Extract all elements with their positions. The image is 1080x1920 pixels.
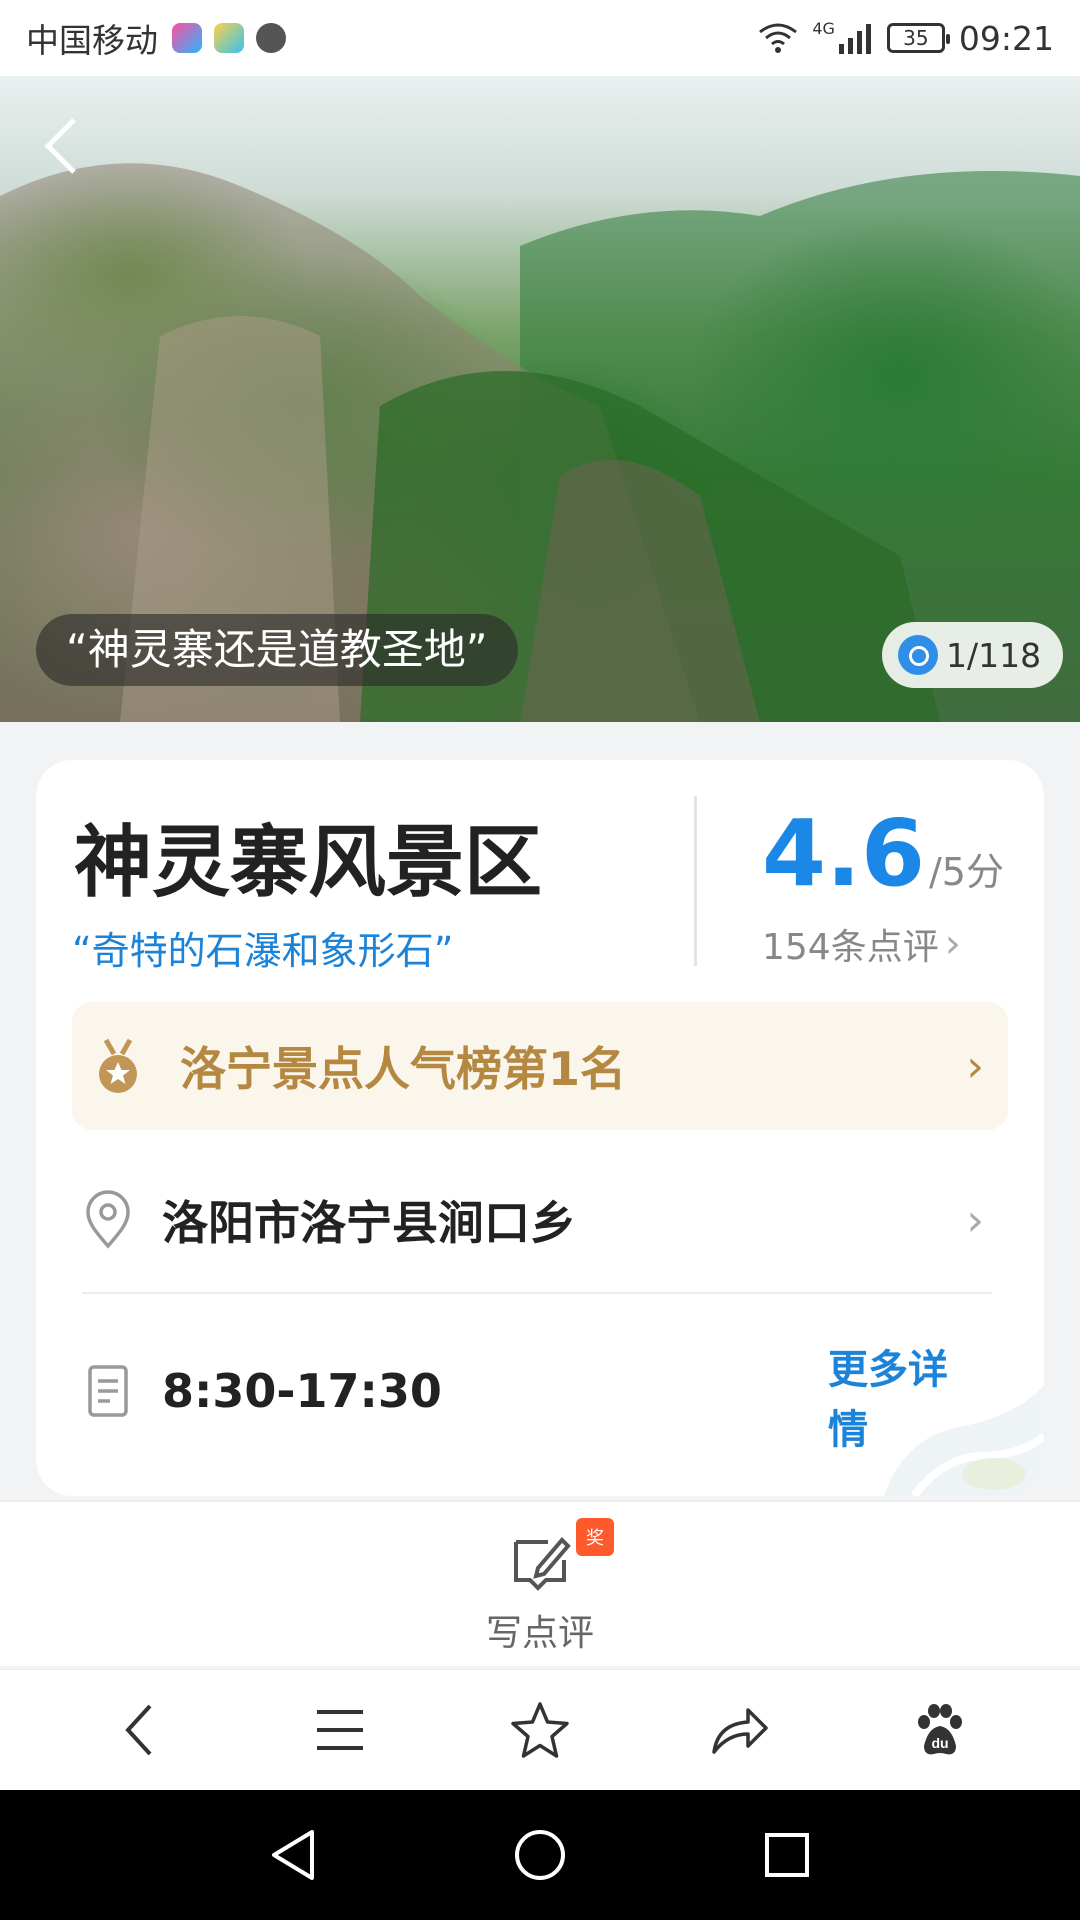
nav-back-icon[interactable]	[253, 1815, 333, 1895]
more-details-link[interactable]: 更多详情	[828, 1340, 978, 1460]
back-icon[interactable]	[40, 116, 90, 186]
youku-icon	[172, 23, 202, 53]
chevron-right-icon: ›	[966, 1040, 984, 1092]
medal-icon	[99, 1038, 137, 1093]
share-icon[interactable]	[695, 1685, 785, 1775]
hero-caption: “神灵寨还是道教圣地”	[36, 614, 518, 686]
paper-plane-icon	[214, 23, 244, 53]
popularity-rank-banner[interactable]: 洛宁景点人气榜第1名 ›	[72, 1002, 1008, 1130]
document-icon	[88, 1365, 128, 1417]
battery-indicator: 35	[886, 23, 950, 53]
rank-text: 洛宁景点人气榜第1名	[180, 1042, 627, 1096]
attraction-info-card: 神灵寨风景区 “奇特的石瀑和象形石” 4.6 /5分 154条点评 › 洛宁景点…	[36, 760, 1044, 1496]
divider	[694, 796, 697, 966]
menu-icon[interactable]	[295, 1685, 385, 1775]
back-icon[interactable]	[95, 1685, 185, 1775]
signal-icon	[838, 24, 871, 54]
clock: 09:21	[958, 18, 1054, 58]
browser-toolbar: du	[0, 1668, 1080, 1790]
review-count-link[interactable]: 154条点评 ›	[762, 918, 961, 970]
reward-badge: 奖	[576, 1518, 614, 1556]
baidu-paw-icon[interactable]: du	[895, 1685, 985, 1775]
write-review-icon[interactable]	[508, 1530, 572, 1594]
photo-counter[interactable]: 1/118	[882, 622, 1064, 688]
location-pin-icon	[86, 1190, 130, 1249]
carrier-name: 中国移动	[26, 21, 158, 60]
divider	[82, 1292, 992, 1294]
wifi-icon	[759, 23, 798, 53]
network-type: 4G	[812, 18, 835, 38]
nav-recents-icon[interactable]	[747, 1815, 827, 1895]
write-review-bar: 奖 写点评	[0, 1500, 1080, 1666]
status-notification-icons	[172, 23, 286, 53]
rating: 4.6 /5分	[762, 800, 1004, 907]
rating-score: 4.6	[762, 800, 925, 907]
address-row[interactable]: 洛阳市洛宁县涧口乡 ›	[72, 1160, 1008, 1280]
chat-bubble-icon	[256, 23, 286, 53]
review-count: 154条点评	[762, 927, 939, 968]
write-review-label[interactable]: 写点评	[0, 1604, 1080, 1656]
system-navigation-bar	[0, 1790, 1080, 1920]
opening-hours: 8:30-17:30	[162, 1364, 442, 1418]
hero-image[interactable]: “神灵寨还是道教圣地” 1/118	[0, 76, 1080, 722]
chevron-right-icon: ›	[944, 921, 961, 967]
attraction-tagline: “奇特的石瀑和象形石”	[72, 929, 454, 973]
nav-home-icon[interactable]	[500, 1815, 580, 1895]
status-bar: 中国移动 4G 35 09:21	[0, 0, 1080, 76]
camera-icon	[898, 635, 938, 675]
rating-unit: /5分	[928, 850, 1004, 894]
attraction-title: 神灵寨风景区	[74, 818, 543, 908]
svg-text:du: du	[931, 1735, 948, 1751]
address-text: 洛阳市洛宁县涧口乡	[162, 1196, 576, 1250]
photo-count: 1/118	[946, 635, 1042, 675]
status-right: 4G 35 09:21	[758, 19, 1054, 58]
star-icon[interactable]	[495, 1685, 585, 1775]
chevron-right-icon: ›	[966, 1194, 984, 1246]
